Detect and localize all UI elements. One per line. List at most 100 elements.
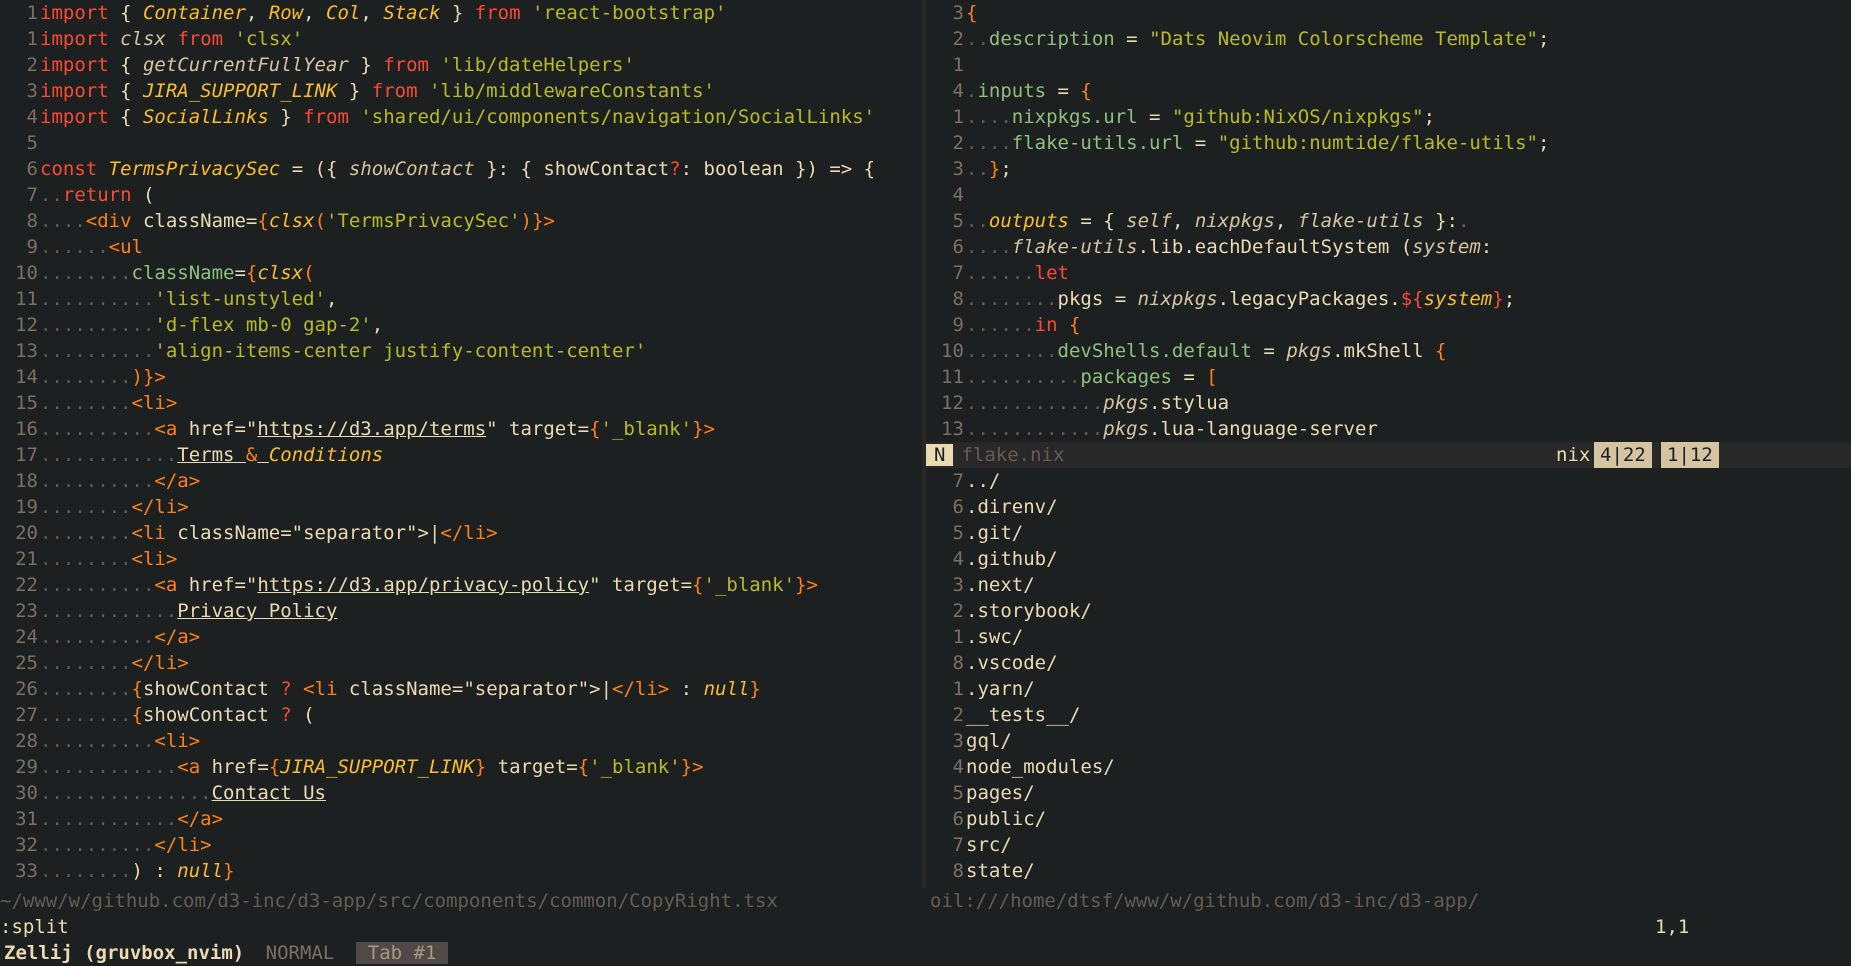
code-token: } [348, 54, 384, 76]
right-code-line[interactable]: 11 ..........packages = [ [926, 364, 1851, 390]
right-code-line[interactable]: 4 [926, 182, 1851, 208]
oil-directory-entry[interactable]: 5 pages/ [926, 780, 1851, 806]
directory-name: .yarn/ [966, 678, 1035, 700]
oil-directory-entry[interactable]: 4 node_modules/ [926, 754, 1851, 780]
code-token: = [1046, 80, 1081, 102]
left-code-line[interactable]: 10 ........className={clsx( [0, 260, 922, 286]
left-code-line[interactable]: 12 ..........'d-flex mb-0 gap-2', [0, 312, 922, 338]
oil-directory-entry[interactable]: 7 ../ [926, 468, 1851, 494]
relative-line-number: 7 [952, 834, 964, 856]
right-code-line[interactable]: 3{ [926, 0, 1851, 26]
left-code-line[interactable]: 2 import { getCurrentFullYear } from 'lib… [0, 52, 922, 78]
line-number: 27 [15, 704, 38, 726]
right-code-line[interactable]: 12 ............pkgs.stylua [926, 390, 1851, 416]
left-code-line[interactable]: 17 ............Terms & Conditions [0, 442, 922, 468]
oil-directory-entry[interactable]: 1 .swc/ [926, 624, 1851, 650]
code-text: import { getCurrentFullYear } from 'lib/… [38, 52, 635, 78]
left-code-line[interactable]: 30 ...............Contact Us [0, 780, 922, 806]
oil-directory-entry[interactable]: 1 .yarn/ [926, 676, 1851, 702]
line-number: 18 [15, 470, 38, 492]
code-token: ........ [40, 704, 132, 726]
left-code-line[interactable]: 13 ..........'align-items-center justify-… [0, 338, 922, 364]
left-code-line[interactable]: 5 [0, 130, 922, 156]
left-code-line[interactable]: 24 ..........</a> [0, 624, 922, 650]
left-code-line[interactable]: 22 ..........<a href="https://d3.app/priv… [0, 572, 922, 598]
right-code-line[interactable]: 6 ....flake-utils.lib.eachDefaultSystem (… [926, 234, 1851, 260]
left-code-line[interactable]: 20 ........<li className="separator">|</l… [0, 520, 922, 546]
left-code-line[interactable]: 6 const TermsPrivacySec = ({ showContact … [0, 156, 922, 182]
relative-line-number: 5 [952, 522, 964, 544]
left-code-line[interactable]: 9 ......<ul [0, 234, 922, 260]
code-token: href=" [177, 418, 258, 440]
right-code-line[interactable]: 2 ..description = "Dats Neovim Colorschem… [926, 26, 1851, 52]
left-code-line[interactable]: 29 ............<a href={JIRA_SUPPORT_LINK… [0, 754, 922, 780]
left-code-line[interactable]: 21 ........<li> [0, 546, 922, 572]
left-code-line[interactable]: 33........) : null} [0, 858, 922, 884]
left-code-line[interactable]: 18 ..........</a> [0, 468, 922, 494]
directory-name: .git/ [966, 522, 1024, 544]
code-token: ${ [1400, 288, 1424, 310]
right-code-line[interactable]: 7 ......let [926, 260, 1851, 286]
left-code-line[interactable]: 1 import { Container, Row, Col, Stack } f… [0, 0, 922, 26]
directory-name: public/ [966, 808, 1047, 830]
right-code-line[interactable]: 10 ........devShells.default = pkgs.mkShe… [926, 338, 1851, 364]
right-code-line[interactable]: 9 ......in { [926, 312, 1851, 338]
oil-directory-entry[interactable]: 7 src/ [926, 832, 1851, 858]
relative-line-number: 8 [952, 652, 964, 674]
code-token: = [234, 262, 246, 284]
left-code-line[interactable]: 16 ..........<a href="https://d3.app/term… [0, 416, 922, 442]
right-code-line[interactable]: 2 ....flake-utils.url = "github:numtide/f… [926, 130, 1851, 156]
left-code-line[interactable]: 3 import { JIRA_SUPPORT_LINK } from 'lib/… [0, 78, 922, 104]
code-token: system [1412, 236, 1481, 258]
code-token: ( [291, 704, 315, 726]
left-code-line[interactable]: 31 ............</a> [0, 806, 922, 832]
oil-directory-entry[interactable]: 6 .direnv/ [926, 494, 1851, 520]
code-token: . [966, 80, 978, 102]
right-code-line[interactable]: 1 [926, 52, 1851, 78]
oil-directory-entry[interactable]: 8 .vscode/ [926, 650, 1851, 676]
right-code-line[interactable]: 4 .inputs = { [926, 78, 1851, 104]
oil-directory-entry[interactable]: 2 __tests__/ [926, 702, 1851, 728]
line-number: 11 [941, 366, 964, 388]
code-token: https://d3.app/terms [257, 418, 487, 440]
left-code-line[interactable]: 14 ........)}> [0, 364, 922, 390]
code-token: flake-utils [1011, 236, 1138, 258]
left-code-line[interactable]: 28 ..........<li> [0, 728, 922, 754]
left-code-line[interactable]: 4 import { SocialLinks } from 'shared/ui/… [0, 104, 922, 130]
code-token: } [337, 80, 372, 102]
right-editor-pane[interactable]: 3{2 ..description = "Dats Neovim Colorsch… [926, 0, 1851, 888]
line-number: 8 [26, 210, 38, 232]
left-code-line[interactable]: 23 ............Privacy Policy [0, 598, 922, 624]
left-code-line[interactable]: 25 ........</li> [0, 650, 922, 676]
oil-directory-entry[interactable]: 5 .git/ [926, 520, 1851, 546]
oil-directory-entry[interactable]: 8 state/ [926, 858, 1851, 884]
right-code-line[interactable]: 5 ..outputs = { self, nixpkgs, flake-util… [926, 208, 1851, 234]
oil-directory-entry[interactable]: 3 gql/ [926, 728, 1851, 754]
right-code-line[interactable]: 8 ........pkgs = nixpkgs.legacyPackages.$… [926, 286, 1851, 312]
left-code-line[interactable]: 27 ........{showContact ? ( [0, 702, 922, 728]
right-code-line[interactable]: 13 ............pkgs.lua-language-server [926, 416, 1851, 442]
directory-name: .swc/ [966, 626, 1024, 648]
code-token: { [966, 2, 978, 24]
code-token: { [1435, 340, 1447, 362]
left-code-line[interactable]: 7 ..return ( [0, 182, 922, 208]
oil-directory-entry[interactable]: 2 .storybook/ [926, 598, 1851, 624]
left-code-line[interactable]: 19 ........</li> [0, 494, 922, 520]
left-editor-pane[interactable]: 1 import { Container, Row, Col, Stack } f… [0, 0, 922, 888]
tab-1[interactable]: Tab #1 [355, 942, 449, 964]
oil-directory-entry[interactable]: 3 .next/ [926, 572, 1851, 598]
left-code-line[interactable]: 8 ....<div className={clsx('TermsPrivacyS… [0, 208, 922, 234]
code-token: } [268, 106, 304, 128]
left-code-line[interactable]: 32 ..........</li> [0, 832, 922, 858]
oil-directory-entry[interactable]: 6 public/ [926, 806, 1851, 832]
right-code-line[interactable]: 3..}; [926, 156, 1851, 182]
left-code-line[interactable]: 15 ........<li> [0, 390, 922, 416]
code-token: .......... [40, 626, 155, 648]
left-code-line[interactable]: 1 import clsx from 'clsx' [0, 26, 922, 52]
oil-directory-entry[interactable]: 4 .github/ [926, 546, 1851, 572]
command-line[interactable]: :split 1,1 [0, 914, 1851, 940]
left-code-line[interactable]: 26 ........{showContact ? <li className="… [0, 676, 922, 702]
right-code-line[interactable]: 1 ....nixpkgs.url = "github:NixOS/nixpkgs… [926, 104, 1851, 130]
left-code-line[interactable]: 11 ..........'list-unstyled', [0, 286, 922, 312]
